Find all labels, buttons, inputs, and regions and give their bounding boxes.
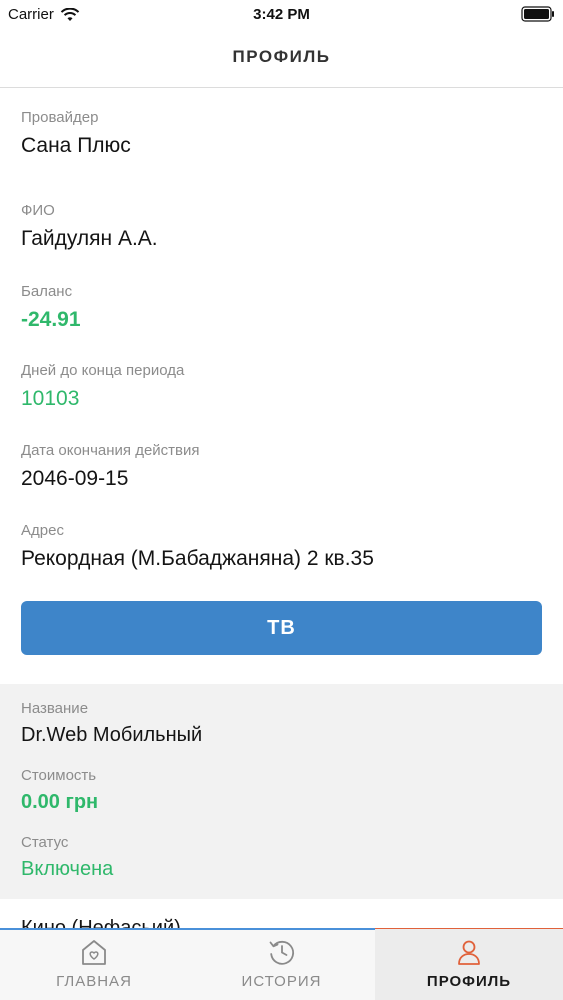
service-name-label: Название <box>21 700 89 717</box>
service-status-label: Статус <box>21 834 69 851</box>
days-label: Дней до конца периода <box>21 362 185 379</box>
name-value: Гайдулян А.А. <box>21 227 158 250</box>
navigation-bar: ПРОФИЛЬ <box>0 30 563 88</box>
tv-button[interactable]: ТВ <box>21 601 542 655</box>
provider-field: Провайдер Сана Плюс <box>21 109 541 158</box>
balance-value: -24.91 <box>21 308 81 331</box>
days-value: 10103 <box>21 387 80 410</box>
tab-bar: ГЛАВНАЯ ИСТОРИЯ ПРОФИЛЬ <box>0 928 563 1000</box>
home-heart-icon <box>82 940 106 965</box>
tab-home[interactable]: ГЛАВНАЯ <box>0 929 188 1000</box>
history-clock-icon <box>269 940 294 965</box>
battery-icon <box>521 6 554 22</box>
service-card: Название Dr.Web Мобильный Стоимость 0.00… <box>0 684 563 899</box>
service-cost-field: Стоимость 0.00 грн <box>21 767 541 814</box>
end-date-label: Дата окончания действия <box>21 442 200 459</box>
service-cost-value: 0.00 грн <box>21 791 99 813</box>
service-name-field: Название Dr.Web Мобильный <box>21 700 541 747</box>
provider-value: Сана Плюс <box>21 134 131 157</box>
profile-content[interactable]: Провайдер Сана Плюс ФИО Гайдулян А.А. Ба… <box>0 89 563 928</box>
tab-profile-label: ПРОФИЛЬ <box>426 973 512 990</box>
tab-history[interactable]: ИСТОРИЯ <box>188 929 375 1000</box>
balance-field: Баланс -24.91 <box>21 283 541 332</box>
service-name-value: Dr.Web Мобильный <box>21 724 203 746</box>
service-status-field: Статус Включена <box>21 834 541 881</box>
service-status-value: Включена <box>21 858 114 880</box>
page-title: ПРОФИЛЬ <box>232 47 331 66</box>
profile-person-icon <box>458 940 480 965</box>
address-field: Адрес Рекордная (М.Бабаджаняна) 2 кв.35 <box>21 522 541 571</box>
tab-home-label: ГЛАВНАЯ <box>56 973 132 990</box>
next-service-peek: Кино (Нефасьий) <box>21 917 181 928</box>
days-field: Дней до конца периода 10103 <box>21 362 541 411</box>
address-value: Рекордная (М.Бабаджаняна) 2 кв.35 <box>21 547 374 570</box>
tab-profile[interactable]: ПРОФИЛЬ <box>375 929 563 1000</box>
end-date-field: Дата окончания действия 2046-09-15 <box>21 442 541 491</box>
status-bar: Carrier 3:42 PM <box>0 0 563 30</box>
name-label: ФИО <box>21 202 55 219</box>
address-label: Адрес <box>21 522 64 539</box>
end-date-value: 2046-09-15 <box>21 467 129 490</box>
service-cost-label: Стоимость <box>21 767 97 784</box>
status-time: 3:42 PM <box>253 6 310 23</box>
name-field: ФИО Гайдулян А.А. <box>21 202 541 251</box>
balance-label: Баланс <box>21 283 73 300</box>
tab-history-label: ИСТОРИЯ <box>241 973 322 990</box>
provider-label: Провайдер <box>21 109 99 126</box>
